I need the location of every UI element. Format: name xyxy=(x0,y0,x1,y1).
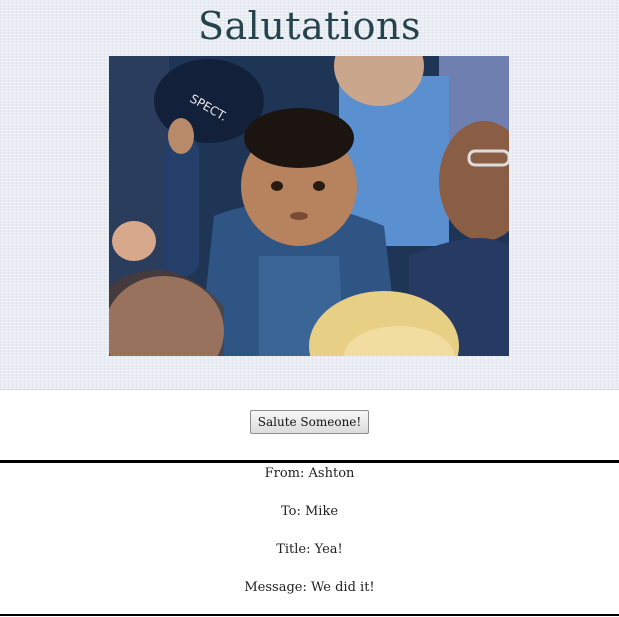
page-header: Salutations SPECT. xyxy=(0,0,619,390)
to-value: Mike xyxy=(304,504,339,519)
salutation-message: Message: We did it! xyxy=(0,580,619,595)
divider-top xyxy=(0,460,619,463)
divider-bottom xyxy=(0,614,619,616)
salute-button-row: Salute Someone! xyxy=(0,410,619,434)
salutation-to: To: Mike xyxy=(0,504,619,519)
page-title: Salutations xyxy=(197,4,422,48)
title-value: Yea! xyxy=(314,542,343,557)
title-label: Title: xyxy=(276,542,311,557)
from-value: Ashton xyxy=(308,466,355,481)
salute-photo: SPECT. xyxy=(109,56,509,356)
message-value: We did it! xyxy=(310,580,375,595)
from-label: From: xyxy=(264,466,305,481)
message-label: Message: xyxy=(244,580,307,595)
salutation-title: Title: Yea! xyxy=(0,542,619,557)
salute-photo-illustration: SPECT. xyxy=(109,56,509,356)
salute-someone-button[interactable]: Salute Someone! xyxy=(249,410,370,434)
to-label: To: xyxy=(280,504,301,519)
salutation-from: From: Ashton xyxy=(0,466,619,481)
